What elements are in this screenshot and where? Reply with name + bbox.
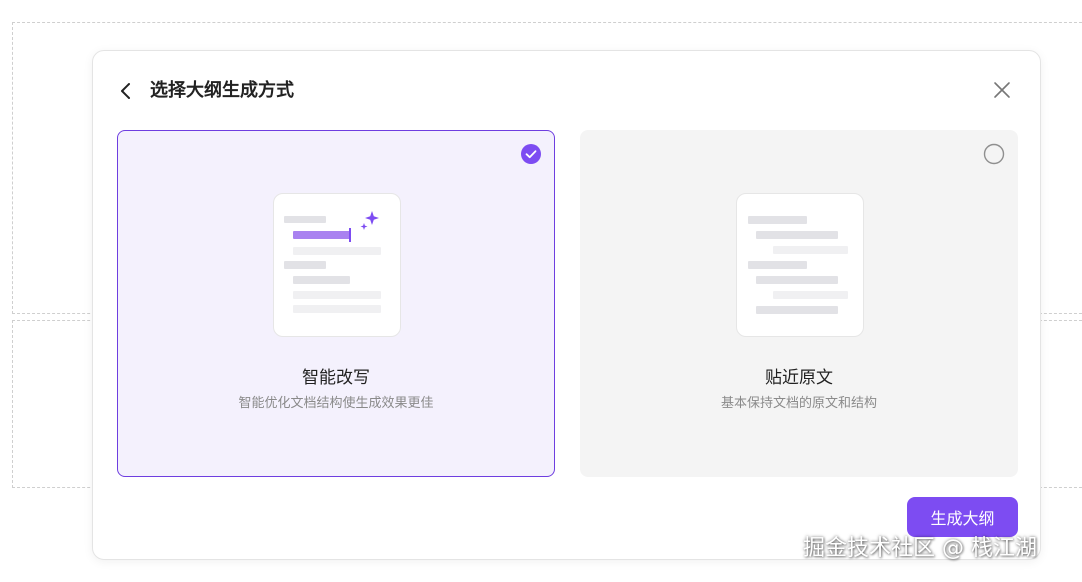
- back-button[interactable]: [117, 79, 137, 103]
- option-smart-rewrite[interactable]: 智能改写 智能优化文档结构使生成效果更佳: [117, 130, 555, 477]
- dialog-title: 选择大纲生成方式: [150, 80, 294, 101]
- close-button[interactable]: [991, 79, 1013, 101]
- option-description: 智能优化文档结构使生成效果更佳: [238, 396, 434, 411]
- outline-mode-dialog: 选择大纲生成方式 智能改写 智能优化文档结构使生成效果更佳 贴近原文 基本保持文…: [92, 50, 1041, 560]
- option-title: 贴近原文: [765, 368, 833, 388]
- close-icon: [994, 82, 1010, 98]
- selected-check-icon: [520, 143, 542, 165]
- option-description: 基本保持文档的原文和结构: [720, 396, 877, 411]
- document-icon: [736, 193, 864, 337]
- generate-outline-button[interactable]: 生成大纲: [907, 497, 1018, 537]
- document-sparkle-icon: [273, 193, 401, 337]
- chevron-left-icon: [121, 83, 130, 99]
- option-title: 智能改写: [302, 368, 370, 388]
- radio-icon: [983, 143, 1005, 165]
- option-close-to-original[interactable]: 贴近原文 基本保持文档的原文和结构: [580, 130, 1018, 477]
- watermark: 掘金技术社区 @ 栈江湖: [803, 536, 1037, 561]
